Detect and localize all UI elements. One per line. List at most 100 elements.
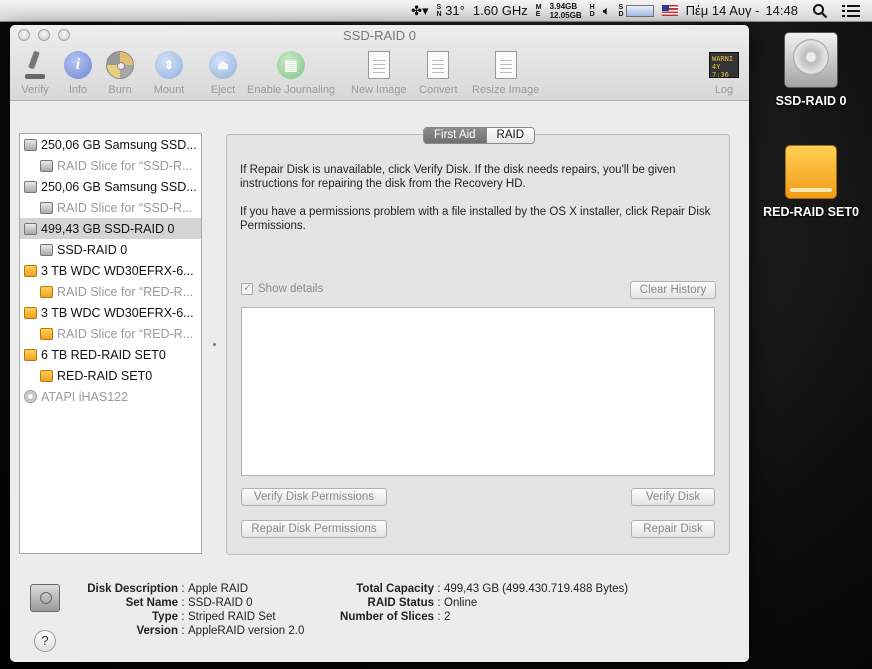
enable-journaling-toolbar-button[interactable]: ▤ Enable Journaling bbox=[247, 49, 335, 96]
sidebar-disk-item[interactable]: RAID Slice for “SSD-R... bbox=[20, 155, 201, 176]
details-log-area[interactable] bbox=[241, 307, 715, 476]
resize-image-icon bbox=[494, 51, 517, 79]
total-capacity-key: Total Capacity bbox=[356, 583, 434, 595]
microscope-icon bbox=[23, 51, 47, 79]
spotlight-search-icon[interactable] bbox=[812, 3, 828, 19]
cpu-frequency[interactable]: 1.60 GHz bbox=[473, 3, 528, 18]
disk-icon bbox=[40, 285, 53, 298]
disk-icon bbox=[40, 327, 53, 340]
convert-label: Convert bbox=[419, 84, 458, 96]
memory-values: 3.94GB 12.05GB bbox=[550, 2, 582, 20]
show-details-checkbox[interactable]: Show details bbox=[241, 281, 323, 295]
disk-icon bbox=[24, 138, 37, 151]
toolbar: Verify i Info Burn ⇕ Mount ⏏ Eject ▤ Ena… bbox=[10, 49, 749, 99]
sidebar-disk-label: RAID Slice for “SSD-R... bbox=[57, 158, 193, 173]
disk-info-left: Disk Description: Apple RAID Set Name: SSD… bbox=[70, 582, 304, 638]
first-aid-instructions-2: If you have a permissions problem with a… bbox=[240, 206, 711, 232]
eject-label: Eject bbox=[210, 84, 236, 96]
fan-status-icon[interactable]: ✤▾ bbox=[411, 3, 428, 19]
info-toolbar-button[interactable]: i Info bbox=[62, 49, 94, 96]
desktop-icon-label: SSD-RAID 0 bbox=[775, 94, 847, 108]
type-key: Type bbox=[152, 611, 178, 623]
disk-icon bbox=[24, 348, 37, 361]
network-activity-bar bbox=[625, 4, 654, 17]
sidebar-disk-label: ATAPI iHAS122 bbox=[41, 389, 129, 404]
verify-disk-button[interactable]: Verify Disk bbox=[631, 488, 715, 506]
tab-first-aid[interactable]: First Aid bbox=[424, 128, 486, 143]
number-of-slices-key: Number of Slices bbox=[340, 611, 434, 623]
disk-icon bbox=[24, 222, 37, 235]
menubar-clock[interactable]: 14:48 bbox=[765, 3, 798, 18]
sidebar-disk-label: 499,43 GB SSD-RAID 0 bbox=[41, 221, 175, 236]
mount-label: Mount bbox=[153, 84, 185, 96]
first-aid-panel: First Aid RAID If Repair Disk is unavail… bbox=[226, 127, 730, 555]
desktop-icon-red-raid[interactable]: RED-RAID SET0 bbox=[756, 145, 866, 219]
disk-activity-icon[interactable]: HD bbox=[590, 4, 595, 18]
set-name-key: Set Name bbox=[125, 597, 178, 609]
optical-drive-icon bbox=[24, 390, 37, 403]
clear-history-button[interactable]: Clear History bbox=[630, 281, 716, 299]
version-value: AppleRAID version 2.0 bbox=[188, 625, 305, 637]
mount-toolbar-button[interactable]: ⇕ Mount bbox=[153, 49, 185, 96]
menubar-date[interactable]: Πέμ 14 Αυγ - bbox=[686, 3, 760, 18]
sidebar-disk-item[interactable]: 499,43 GB SSD-RAID 0 bbox=[20, 218, 201, 239]
verify-disk-permissions-button[interactable]: Verify Disk Permissions bbox=[241, 488, 387, 506]
sidebar-disk-item[interactable]: ATAPI iHAS122 bbox=[20, 386, 201, 407]
memory-monitor[interactable]: ME 3.94GB 12.05GB bbox=[536, 2, 582, 20]
tab-raid[interactable]: RAID bbox=[485, 128, 535, 143]
sidebar-disk-item[interactable]: RAID Slice for “RED-R... bbox=[20, 281, 201, 302]
desktop-icon-ssd-raid[interactable]: SSD-RAID 0 bbox=[756, 32, 866, 108]
eject-icon: ⏏ bbox=[209, 51, 237, 79]
network-monitor[interactable]: SD bbox=[619, 4, 654, 18]
disk-utility-window: SSD-RAID 0 Verify i Info Burn ⇕ Mount ⏏ … bbox=[10, 25, 749, 662]
input-source-flag-icon[interactable] bbox=[661, 5, 678, 16]
sidebar-disk-item[interactable]: SSD-RAID 0 bbox=[20, 239, 201, 260]
sidebar-disk-item[interactable]: RAID Slice for “SSD-R... bbox=[20, 197, 201, 218]
burn-disc-icon bbox=[106, 51, 134, 79]
help-button[interactable]: ? bbox=[34, 630, 56, 652]
sidebar-disk-item[interactable]: RAID Slice for “RED-R... bbox=[20, 323, 201, 344]
notification-center-icon[interactable] bbox=[842, 4, 860, 18]
eject-toolbar-button[interactable]: ⏏ Eject bbox=[207, 49, 239, 96]
raid-status-value: Online bbox=[444, 597, 478, 609]
volume-icon[interactable]: 🔈︎ bbox=[603, 3, 611, 19]
disk-icon bbox=[40, 243, 53, 256]
verify-toolbar-button[interactable]: Verify bbox=[19, 49, 51, 96]
disk-icon bbox=[24, 264, 37, 277]
sidebar-disk-item[interactable]: 250,06 GB Samsung SSD... bbox=[20, 176, 201, 197]
sidebar-disk-item[interactable]: 3 TB WDC WD30EFRX-6... bbox=[20, 302, 201, 323]
disk-icon bbox=[40, 201, 53, 214]
log-label: Log bbox=[714, 84, 734, 96]
split-view-handle[interactable] bbox=[213, 343, 216, 346]
temperature-readout: SN 31° bbox=[436, 3, 464, 18]
temperature: 31° bbox=[445, 3, 465, 18]
memory-used: 3.94GB bbox=[549, 1, 578, 11]
mount-icon: ⇕ bbox=[155, 51, 183, 79]
enable-journaling-label: Enable Journaling bbox=[247, 84, 336, 96]
repair-disk-button[interactable]: Repair Disk bbox=[631, 520, 715, 538]
disk-description-key: Disk Description bbox=[87, 583, 178, 595]
sidebar-disk-item[interactable]: 6 TB RED-RAID SET0 bbox=[20, 344, 201, 365]
raid-status-key: RAID Status bbox=[367, 597, 434, 609]
sidebar-disk-item[interactable]: 250,06 GB Samsung SSD... bbox=[20, 134, 201, 155]
new-image-toolbar-button[interactable]: New Image bbox=[351, 49, 407, 96]
memory-label-icon: ME bbox=[535, 3, 542, 18]
temp-label-icon: SN bbox=[436, 3, 442, 18]
disk-description-value: Apple RAID bbox=[188, 583, 249, 595]
convert-toolbar-button[interactable]: Convert bbox=[419, 49, 458, 96]
disk-icon bbox=[40, 159, 53, 172]
sidebar-disk-label: RAID Slice for “RED-R... bbox=[57, 326, 194, 341]
tab-control: First Aid RAID bbox=[423, 127, 536, 144]
version-key: Version bbox=[136, 625, 178, 637]
disk-list-sidebar[interactable]: 250,06 GB Samsung SSD... RAID Slice for “… bbox=[19, 133, 202, 554]
sidebar-disk-item[interactable]: RED-RAID SET0 bbox=[20, 365, 201, 386]
number-of-slices-value: 2 bbox=[444, 611, 451, 623]
sidebar-disk-item[interactable]: 3 TB WDC WD30EFRX-6... bbox=[20, 260, 201, 281]
disk-icon bbox=[40, 369, 53, 382]
burn-toolbar-button[interactable]: Burn bbox=[104, 49, 136, 96]
log-toolbar-button[interactable]: WARNI 4Y 7:36 Log bbox=[708, 49, 740, 96]
resize-image-toolbar-button[interactable]: Resize Image bbox=[472, 49, 539, 96]
log-console-icon: WARNI 4Y 7:36 bbox=[709, 52, 739, 78]
sidebar-disk-label: 3 TB WDC WD30EFRX-6... bbox=[41, 305, 194, 320]
repair-disk-permissions-button[interactable]: Repair Disk Permissions bbox=[241, 520, 387, 538]
